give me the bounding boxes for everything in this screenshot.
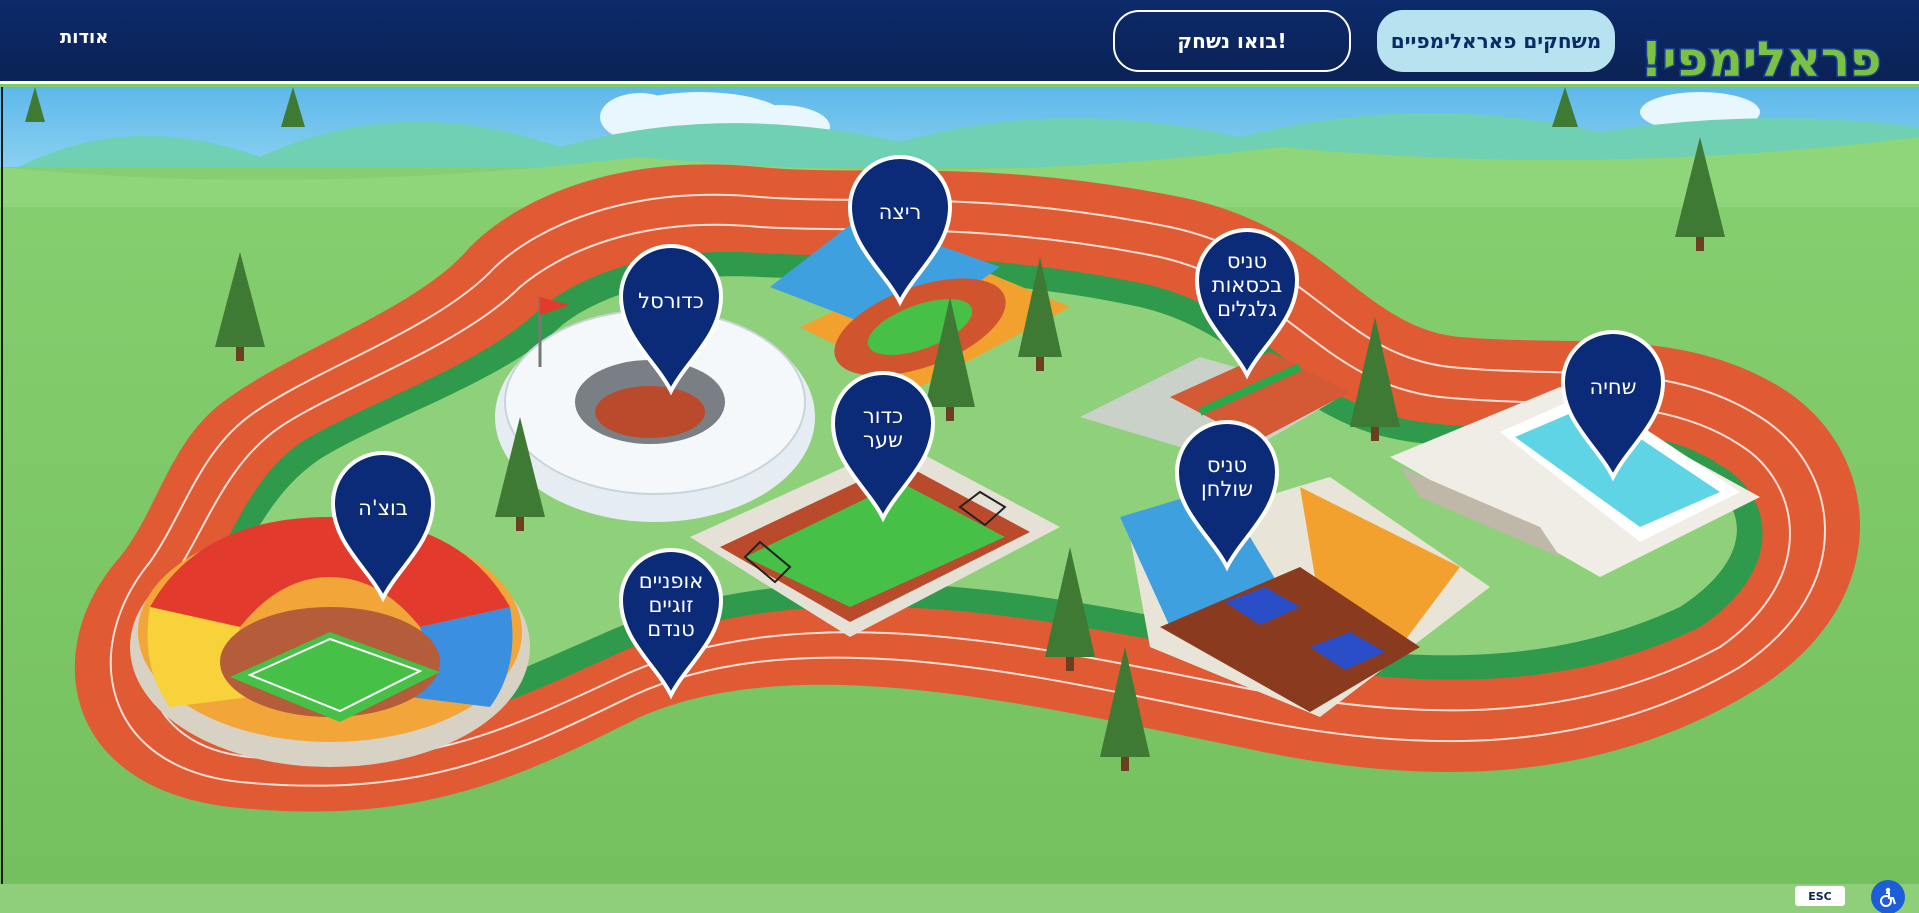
pin-label: טניס שולחן (1201, 453, 1253, 501)
sports-village-map (0, 87, 1919, 884)
pin-boccia[interactable]: בוצ'ה (328, 448, 438, 603)
lets-play-button[interactable]: בואו נשחק! (1113, 10, 1351, 72)
pin-swimming[interactable]: שחיה (1558, 327, 1668, 482)
logo-text: פראלימפי! (1641, 32, 1882, 88)
pin-label: כדורסל (638, 289, 704, 313)
pin-tandem-cycling[interactable]: אופניים זוגיים טנדם (616, 545, 726, 700)
pin-label: שחיה (1589, 375, 1637, 399)
pin-label: כדור שער (862, 404, 904, 452)
top-navigation-bar: אודות בואו נשחק! משחקים פאראלימפיים פראל… (0, 0, 1919, 90)
pin-table-tennis[interactable]: טניס שולחן (1172, 417, 1282, 572)
pin-wheelchair-tennis[interactable]: טניס בכסאות גלגלים (1192, 225, 1302, 380)
pin-label: ריצה (878, 200, 922, 224)
esc-button[interactable]: ESC (1795, 886, 1845, 906)
pin-running[interactable]: ריצה (845, 152, 955, 307)
paralympic-games-button[interactable]: משחקים פאראלימפיים (1377, 10, 1615, 72)
footer-bar (0, 884, 1919, 913)
pin-label: אופניים זוגיים טנדם (638, 569, 704, 641)
pin-label: בוצ'ה (358, 496, 408, 520)
about-link[interactable]: אודות (60, 27, 108, 48)
pin-basketball[interactable]: כדורסל (616, 241, 726, 396)
wheelchair-icon (1880, 887, 1896, 907)
pin-goalball[interactable]: כדור שער (828, 368, 938, 523)
pin-label: טניס בכסאות גלגלים (1211, 249, 1283, 321)
accessibility-icon[interactable] (1871, 880, 1905, 913)
